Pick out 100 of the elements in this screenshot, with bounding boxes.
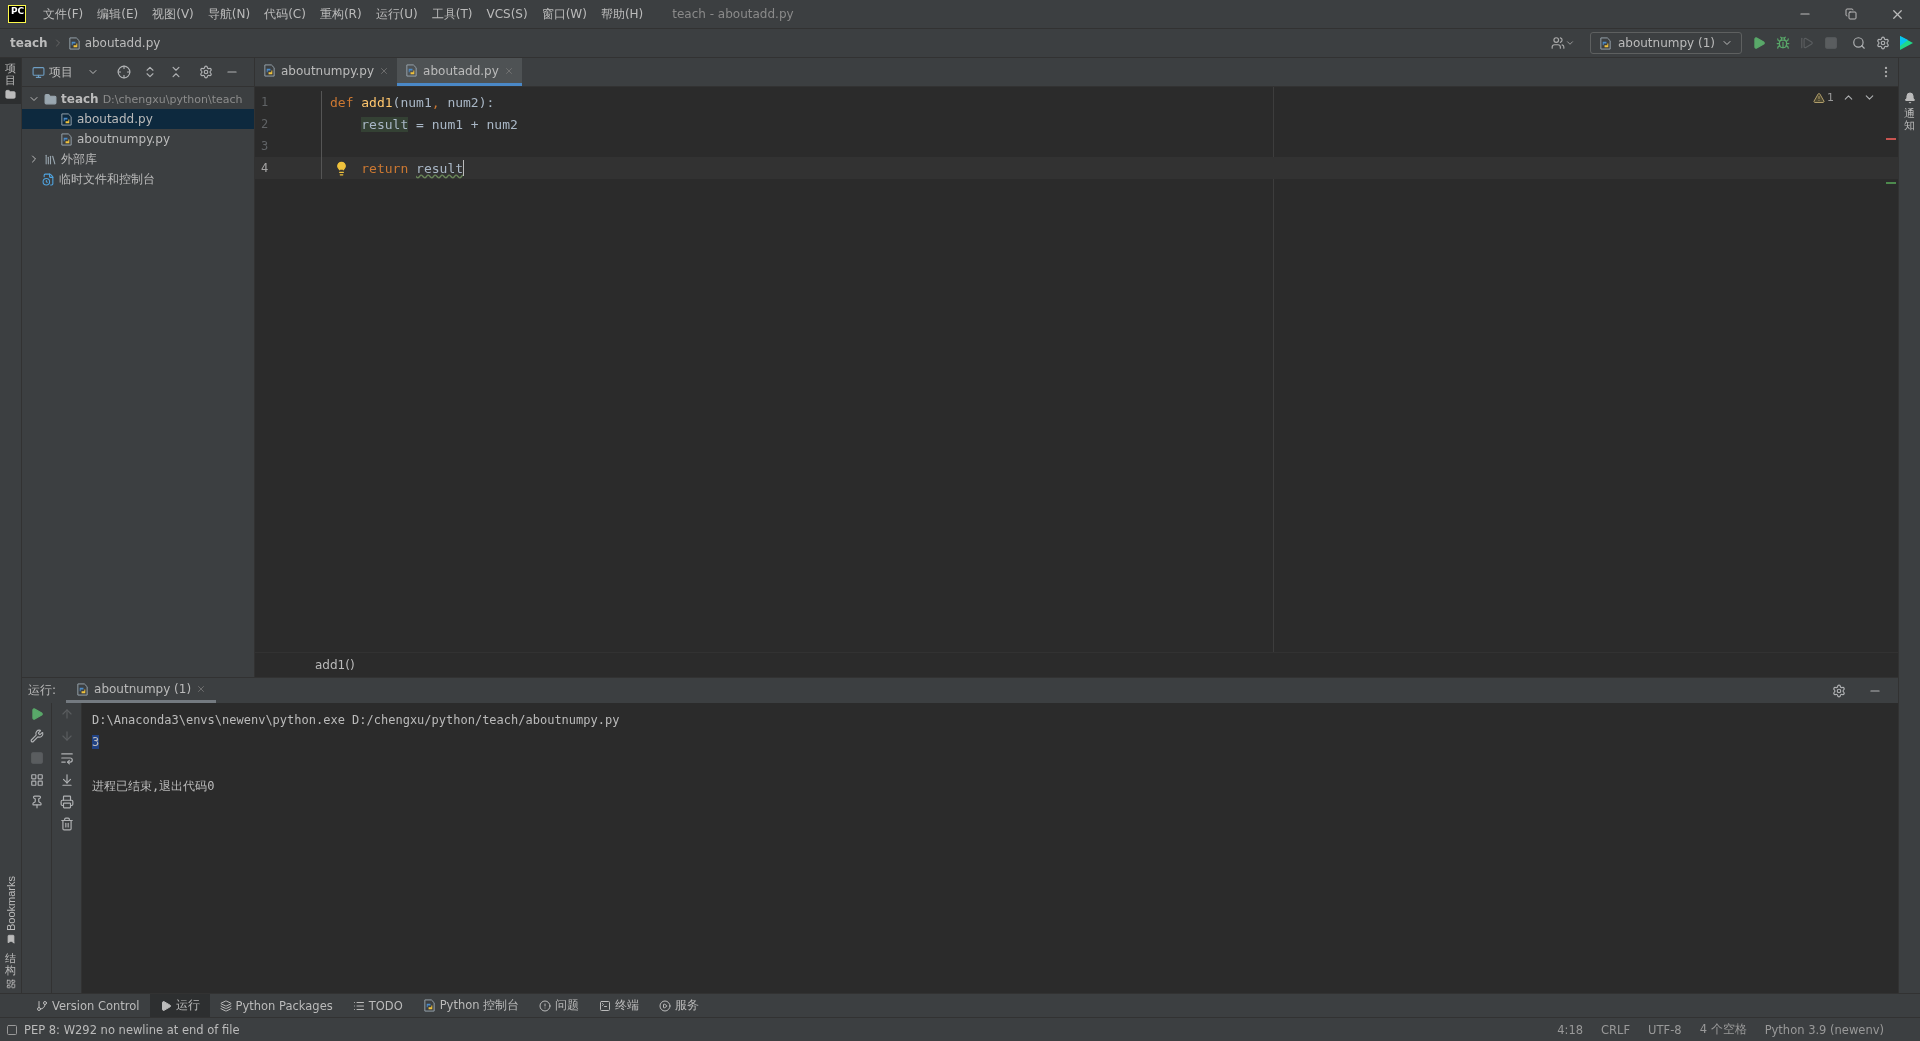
menu-item[interactable]: 帮助(H) [593, 5, 651, 23]
tool-window-tab[interactable]: Python Packages [209, 994, 343, 1017]
scratch-icon [42, 172, 55, 186]
project-tool-tab[interactable]: 项目 [0, 58, 21, 105]
dropdown-icon [1564, 38, 1575, 48]
menu-item[interactable]: 导航(N) [200, 5, 258, 23]
run-panel-label: 运行: [28, 682, 57, 699]
close-icon[interactable] [379, 65, 390, 76]
editor-tab[interactable]: aboutadd.py [397, 58, 522, 86]
tree-item[interactable]: 外部库 [22, 149, 254, 169]
locate-icon[interactable] [117, 65, 131, 79]
tool-window-tab[interactable]: Python 控制台 [412, 994, 530, 1017]
window-title: teach - aboutadd.py [672, 7, 794, 21]
service-icon [659, 999, 672, 1012]
print-icon[interactable] [59, 795, 74, 809]
tool-window-tab[interactable]: 服务 [649, 994, 710, 1017]
console-line: 进程已结束,退出代码0 [92, 777, 215, 795]
breadcrumb[interactable]: teach [10, 36, 48, 50]
code-line: def add1(num1, num2): [330, 94, 495, 110]
menu-item[interactable]: 编辑(E) [90, 5, 146, 23]
run-tab[interactable]: aboutnumpy (1) [66, 678, 217, 703]
tree-item-label: 临时文件和控制台 [59, 170, 155, 188]
tool-window-tab[interactable]: TODO [342, 994, 413, 1017]
python-file-icon [1598, 36, 1612, 50]
library-icon [44, 152, 57, 166]
notifications-icon[interactable] [1903, 92, 1916, 104]
code-line: result = num1 + num2 [361, 116, 518, 132]
collapse-all-icon[interactable] [169, 65, 183, 79]
python-file-icon [60, 132, 73, 146]
plugin-logo-icon[interactable] [1898, 35, 1914, 51]
tree-item-label: teach [61, 92, 99, 106]
debug-icon[interactable] [1776, 36, 1790, 50]
menu-item[interactable]: VCS(S) [479, 7, 535, 21]
code-breadcrumb[interactable]: add1() [315, 658, 355, 672]
search-icon[interactable] [1852, 36, 1866, 50]
run-configuration-dropdown[interactable]: aboutnumpy (1) [1589, 32, 1742, 54]
close-icon[interactable] [196, 684, 207, 694]
panel-title[interactable]: 项目 [49, 63, 73, 81]
run-icon[interactable] [1752, 36, 1766, 50]
python-file-icon [263, 64, 276, 77]
tree-item-label: aboutnumpy.py [77, 132, 171, 146]
tree-item[interactable]: aboutnumpy.py [22, 129, 254, 149]
tree-item[interactable]: teach D:\chengxu\python\teach [22, 89, 254, 109]
branch-icon [36, 999, 48, 1012]
scroll-to-end-icon[interactable] [59, 773, 74, 787]
status-message: PEP 8: W292 no newline at end of file [24, 1022, 240, 1037]
python-file-icon [422, 999, 436, 1012]
tool-window-tab[interactable]: 问题 [529, 994, 590, 1017]
layout-toggle-icon[interactable] [6, 1023, 18, 1036]
wrench-icon[interactable] [29, 729, 44, 743]
breadcrumb[interactable]: aboutadd.py [84, 36, 161, 50]
play-icon [159, 999, 172, 1012]
menu-item[interactable]: 代码(C) [257, 5, 313, 23]
layers-icon [219, 999, 232, 1012]
folder-path: D:\chengxu\python\teach [102, 92, 243, 106]
settings-icon[interactable] [199, 65, 213, 79]
code-line: return result [361, 160, 464, 176]
rerun-icon[interactable] [29, 707, 44, 721]
structure-icon [5, 979, 16, 989]
settings-icon[interactable] [1876, 36, 1890, 50]
menu-item[interactable]: 文件(F) [36, 5, 91, 23]
project-tool-label: 项目 [5, 62, 16, 87]
menu-item[interactable]: 运行(U) [368, 5, 425, 23]
tree-item[interactable]: 临时文件和控制台 [22, 169, 254, 189]
tool-window-tab[interactable]: Version Control [26, 994, 150, 1017]
notifications-label[interactable]: 通知 [1904, 108, 1915, 133]
line-number: 3 [260, 139, 270, 153]
bookmarks-tool-tab[interactable]: Bookmarks [0, 871, 21, 948]
pin-icon[interactable] [29, 795, 44, 809]
status-item[interactable]: CRLF [1595, 1022, 1637, 1037]
menu-item[interactable]: 视图(V) [145, 5, 201, 23]
lightbulb-icon[interactable] [334, 160, 349, 176]
layout-icon[interactable] [29, 773, 44, 787]
editor-tab[interactable]: aboutnumpy.py [255, 58, 398, 86]
settings-icon[interactable] [1832, 683, 1846, 698]
status-item[interactable]: 4:18 [1551, 1022, 1590, 1037]
menu-item[interactable]: 工具(T) [424, 5, 480, 23]
restore-icon [1845, 8, 1857, 20]
status-item[interactable]: UTF-8 [1642, 1022, 1688, 1037]
structure-tool-tab[interactable]: 结构 [0, 947, 21, 993]
line-number: 1 [260, 95, 270, 109]
project-view-icon[interactable] [32, 65, 45, 79]
status-item[interactable]: 4 个空格 [1693, 1022, 1753, 1037]
terminal-icon [599, 999, 612, 1012]
tree-item-label: aboutadd.py [77, 112, 153, 126]
folder-icon [44, 92, 57, 106]
warning-count[interactable]: 1 [1813, 91, 1834, 104]
python-file-icon [67, 36, 81, 50]
bookmark-icon [5, 933, 16, 944]
line-number: 4 [260, 161, 270, 175]
menu-item[interactable]: 重构(R) [312, 5, 369, 23]
tool-window-tab[interactable]: 运行 [149, 994, 210, 1017]
tool-window-tab[interactable]: 终端 [589, 994, 650, 1017]
soft-wrap-icon[interactable] [59, 751, 74, 765]
status-item[interactable]: Python 3.9 (newenv) [1758, 1022, 1890, 1037]
tree-item[interactable]: aboutadd.py [22, 109, 254, 129]
console-line: D:\Anaconda3\envs\newenv\python.exe D:/chengxu/python/teach/aboutnumpy.py [92, 713, 620, 727]
python-file-icon [76, 682, 90, 696]
trash-icon[interactable] [59, 817, 74, 831]
menu-item[interactable]: 窗口(W) [534, 5, 594, 23]
